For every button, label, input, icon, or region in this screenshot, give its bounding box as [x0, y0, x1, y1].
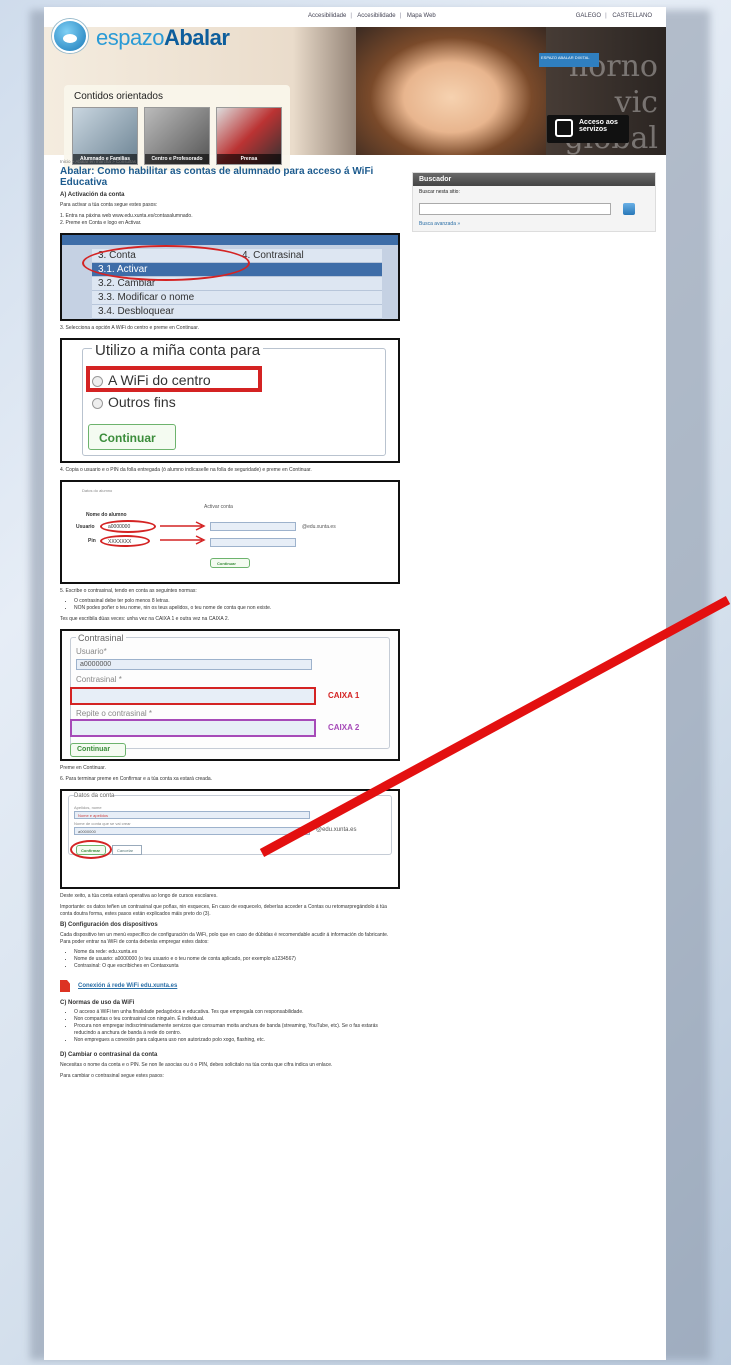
wifi-settings-list: Nome da rede: edu.xunta.es Nome de usuar…: [74, 949, 400, 970]
espazo-abalar-logo[interactable]: espazoAbalar: [52, 19, 272, 53]
screenshot-confirm: Datos da conta Apelidos, nome Nome e ape…: [60, 789, 400, 889]
screenshot-menu: 3. Conta 4. Contrasinal 3.1. Activar 3.2.…: [60, 233, 400, 321]
thumb-centro[interactable]: Centro e Profesorado: [144, 107, 210, 165]
top-links: Accesibilidade | Accesibilidade | Mapa Web: [308, 13, 436, 19]
annotation-box: [86, 366, 262, 392]
search-title: Buscador: [413, 173, 655, 186]
pdf-link[interactable]: Conexión á rede WiFi edu.xunta.es: [60, 980, 400, 992]
contidos-title: Contidos orientados: [74, 91, 163, 102]
menu-desbloquear: 3.4. Desbloquear: [92, 305, 382, 319]
web-page: Accesibilidade | Accesibilidade | Mapa Web…: [44, 7, 666, 1360]
power-icon: [555, 119, 573, 137]
thumb-prensa[interactable]: Prensa: [216, 107, 282, 165]
section-c-heading: C) Normas de uso da WiFi: [60, 1000, 135, 1006]
section-a-heading: A) Activación da conta: [60, 192, 125, 198]
lang-castellano[interactable]: CASTELLANO: [612, 13, 652, 19]
acceso-servizos-button[interactable]: Acceso aos servizos: [547, 115, 629, 143]
screenshot-wifi-option: Utilizo a miña conta para A WiFi do cent…: [60, 338, 400, 463]
banner-photo: [356, 27, 546, 155]
advanced-search-link[interactable]: Busca avanzada »: [419, 221, 460, 227]
abalar-eye-icon: [52, 19, 88, 53]
search-label: Buscar nesta sitio:: [419, 189, 460, 195]
annotation-oval: [82, 245, 250, 281]
breadcrumb: Inicio > Abalar en marcha > Consultas: [60, 159, 137, 164]
section-b-heading: B) Configuración dos dispositivos: [60, 922, 158, 928]
article: Inicio > Abalar en marcha > Consultas Ab…: [60, 159, 400, 1080]
radio-outros: [92, 398, 103, 409]
thumb-alumnado[interactable]: Alumnado e Familias: [72, 107, 138, 165]
menu-modificar: 3.3. Modificar o nome: [92, 291, 382, 305]
lang-galego[interactable]: GALEGO: [576, 13, 601, 19]
link-mapa-web[interactable]: Mapa Web: [407, 13, 436, 19]
usage-rules: O acceso á WiFi ten unha finalidade peda…: [74, 1009, 400, 1044]
article-title: Abalar: Como habilitar as contas de alum…: [60, 166, 374, 188]
annotation-arrows: [160, 521, 206, 545]
link-accesibilidade-2[interactable]: Accesibilidade: [357, 13, 395, 19]
screenshot-password: Contrasinal Usuario* a0000000 Contrasina…: [60, 629, 400, 761]
abalar-dixital-badge[interactable]: ESPAZO ABALAR DIXITAL: [539, 53, 599, 67]
section-d-heading: D) Cambiar o contrasinal da conta: [60, 1052, 158, 1058]
search-box: Buscador Buscar nesta sitio: Busca avanz…: [412, 172, 656, 232]
screenshot-user-pin: Datos do alumno Nome do alumno Usuario P…: [60, 480, 400, 584]
language-switch: GALEGO | CASTELLANO: [575, 13, 652, 19]
search-button[interactable]: [623, 203, 635, 215]
pdf-icon: [60, 980, 70, 992]
password-rules: O contrasinal debe ter polo menos 8 letr…: [74, 598, 400, 612]
link-accesibilidade[interactable]: Accesibilidade: [308, 13, 346, 19]
search-input[interactable]: [419, 203, 611, 215]
